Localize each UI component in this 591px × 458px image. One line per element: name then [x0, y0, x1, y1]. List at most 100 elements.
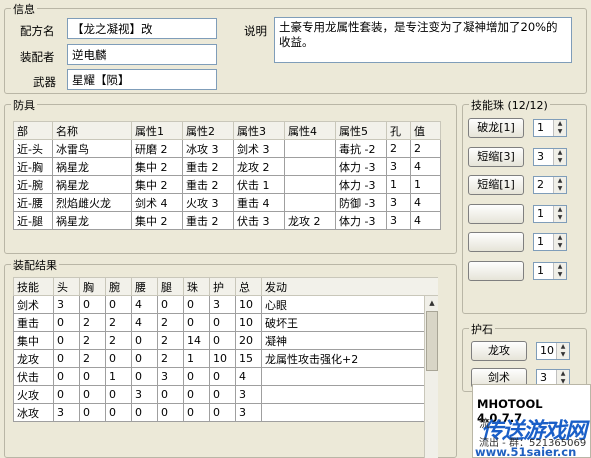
result-cell: 0	[183, 313, 210, 332]
result-scrollbar[interactable]: ▲	[424, 296, 438, 458]
jewel-slot-button[interactable]	[468, 203, 524, 224]
jewel-count-spinner[interactable]: 1 ▲ ▼	[533, 119, 567, 137]
spin-down-icon[interactable]: ▼	[554, 128, 566, 136]
armor-row[interactable]: 近-胸 祸星龙 集中 2 重击 2 龙攻 2 体力 -3 3 4	[13, 157, 441, 176]
armor-cell: 祸星龙	[52, 211, 132, 230]
result-cell: 2	[157, 331, 184, 350]
result-cell: 火攻	[13, 385, 54, 404]
jewel-count-spinner[interactable]: 1 ▲ ▼	[533, 204, 567, 223]
result-cell: 10	[235, 313, 262, 332]
result-group-title: 装配结果	[11, 257, 59, 273]
result-cell: 龙属性攻击强化+2	[261, 349, 438, 368]
charm-value-spinner[interactable]: 10 ▲ ▼	[536, 342, 570, 360]
result-cell: 2	[79, 313, 106, 332]
jewel-slot-button[interactable]: 短缩[1]	[468, 175, 524, 195]
jewel-count-spinner[interactable]: 2 ▲ ▼	[533, 176, 567, 194]
jewel-count-spinner[interactable]: 1 ▲ ▼	[533, 261, 567, 280]
result-cell: 3	[235, 403, 262, 422]
armor-cell: 毒抗 -2	[335, 139, 387, 158]
spinner-value: 10	[540, 344, 554, 357]
spin-up-icon[interactable]: ▲	[554, 263, 566, 271]
spinner-value: 1	[537, 206, 544, 220]
jewel-slot-button[interactable]	[468, 260, 524, 281]
weapon-field[interactable]: 星耀【陨】	[67, 69, 217, 90]
spin-up-icon[interactable]: ▲	[557, 343, 569, 351]
result-table[interactable]: 技能头胸腕腰腿珠护总发动 剑术 3 0 0 4 0 0 3 10 心眼 重击 0 2 2 4 2 0 0 10 破坏王…	[13, 277, 438, 422]
charm-skill-button[interactable]: 龙攻	[471, 341, 527, 361]
spinner-arrows[interactable]: ▲ ▼	[553, 234, 566, 250]
result-cell: 剑术	[13, 295, 54, 314]
equipper-field[interactable]: 逆电麟	[67, 44, 217, 65]
result-cell: 0	[157, 385, 184, 404]
spin-down-icon[interactable]: ▼	[554, 242, 566, 250]
result-column-header: 头	[53, 277, 80, 296]
spin-down-icon[interactable]: ▼	[554, 157, 566, 165]
armor-cell: 冰攻 3	[182, 139, 234, 158]
result-cell: 凝神	[261, 331, 438, 350]
spin-down-icon[interactable]: ▼	[554, 271, 566, 279]
spin-up-icon[interactable]: ▲	[557, 370, 569, 378]
spin-up-icon[interactable]: ▲	[554, 234, 566, 242]
spinner-arrows[interactable]: ▲ ▼	[553, 148, 566, 165]
armor-row[interactable]: 近-腕 祸星龙 集中 2 重击 2 伏击 1 体力 -3 1 1	[13, 175, 441, 194]
spin-up-icon[interactable]: ▲	[554, 177, 566, 185]
scroll-up-icon[interactable]: ▲	[425, 296, 439, 310]
armor-table[interactable]: 部名称 属性1 属性2 属性3 属性4 属性5 孔值 近-头 冰雷鸟 研磨 2 冰攻 3 剑术 3 毒…	[13, 121, 441, 230]
result-cell: 2	[157, 349, 184, 368]
armor-cell: 集中 2	[131, 157, 183, 176]
armor-cell: 3	[386, 157, 411, 176]
result-cell: 0	[131, 403, 158, 422]
result-cell: 0	[53, 331, 80, 350]
spin-up-icon[interactable]: ▲	[554, 149, 566, 157]
result-column-header: 发动	[261, 277, 438, 296]
result-cell: 0	[157, 403, 184, 422]
spin-up-icon[interactable]: ▲	[554, 206, 566, 214]
result-cell: 0	[157, 295, 184, 314]
jewel-slot-button[interactable]: 短缩[3]	[468, 146, 524, 167]
spin-down-icon[interactable]: ▼	[554, 185, 566, 193]
spinner-arrows[interactable]: ▲ ▼	[553, 177, 566, 193]
result-cell: 3	[53, 295, 80, 314]
result-row[interactable]: 伏击 0 0 1 0 3 0 0 4	[13, 367, 438, 386]
site-url: www.51saier.cn	[475, 445, 577, 458]
result-cell: 0	[79, 385, 106, 404]
result-row[interactable]: 重击 0 2 2 4 2 0 0 10 破坏王	[13, 313, 438, 332]
armor-cell: 剑术 3	[233, 139, 285, 158]
scroll-thumb[interactable]	[426, 311, 438, 371]
spinner-value: 1	[537, 263, 544, 277]
armor-column-header: 属性5	[335, 121, 387, 140]
armor-row[interactable]: 近-腿 祸星龙 集中 2 重击 2 伏击 3 龙攻 2 体力 -3 3 4	[13, 211, 441, 230]
spin-up-icon[interactable]: ▲	[554, 120, 566, 128]
armor-cell: 集中 2	[131, 211, 183, 230]
recipe-name-field[interactable]: 【龙之凝视】改	[67, 18, 217, 39]
jewel-count-spinner[interactable]: 1 ▲ ▼	[533, 233, 567, 251]
result-cell: 0	[53, 349, 80, 368]
result-cell: 集中	[13, 331, 54, 350]
result-column-header: 总	[235, 277, 262, 296]
jewel-slot-button[interactable]	[468, 232, 524, 252]
armor-row[interactable]: 近-头 冰雷鸟 研磨 2 冰攻 3 剑术 3 毒抗 -2 2 2	[13, 139, 441, 158]
armor-row[interactable]: 近-腰 烈焰雌火龙 剑术 4 火攻 3 重击 4 防御 -3 3 4	[13, 193, 441, 212]
spinner-arrows[interactable]: ▲ ▼	[556, 343, 569, 359]
jewel-count-spinner[interactable]: 3 ▲ ▼	[533, 147, 567, 166]
result-cell	[261, 367, 438, 386]
jewel-slot-button[interactable]: 破龙[1]	[468, 118, 524, 138]
spinner-arrows[interactable]: ▲ ▼	[553, 205, 566, 222]
spin-down-icon[interactable]: ▼	[557, 351, 569, 359]
spin-down-icon[interactable]: ▼	[554, 214, 566, 222]
armor-cell: 重击 2	[182, 175, 234, 194]
spinner-arrows[interactable]: ▲ ▼	[553, 120, 566, 136]
result-cell: 0	[183, 385, 210, 404]
result-cell: 0	[183, 403, 210, 422]
armor-cell: 祸星龙	[52, 157, 132, 176]
description-field[interactable]: 土豪专用龙属性套装，是专注变为了凝神增加了20%的收益。	[274, 17, 572, 63]
result-row[interactable]: 火攻 0 0 0 3 0 0 0 3	[13, 385, 438, 404]
result-row[interactable]: 冰攻 3 0 0 0 0 0 0 3	[13, 403, 438, 422]
result-row[interactable]: 集中 0 2 2 0 2 14 0 20 凝神	[13, 331, 438, 350]
spinner-arrows[interactable]: ▲ ▼	[553, 262, 566, 279]
result-row[interactable]: 龙攻 0 2 0 0 2 1 10 15 龙属性攻击强化+2	[13, 349, 438, 368]
armor-cell: 龙攻 2	[284, 211, 336, 230]
result-cell: 2	[157, 313, 184, 332]
result-row[interactable]: 剑术 3 0 0 4 0 0 3 10 心眼	[13, 295, 438, 314]
result-cell: 4	[131, 313, 158, 332]
